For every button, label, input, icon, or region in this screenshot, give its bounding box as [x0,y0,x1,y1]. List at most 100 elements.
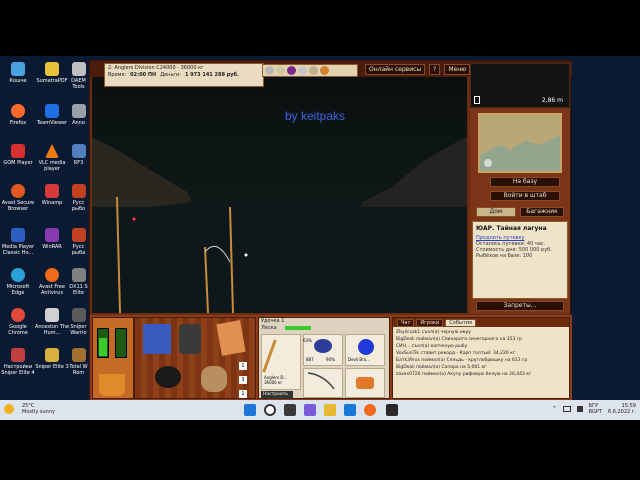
desktop-icon-dx11-sniper[interactable]: DX11 S Elite [68,268,89,296]
bait-icon[interactable] [309,66,318,75]
volume-icon[interactable] [576,406,583,412]
letterbox-bottom [0,420,640,480]
desktop-icon-teamviewer[interactable]: TeamViewer [34,104,70,126]
weather-widget[interactable]: 25°C Mostly sunny [22,403,55,415]
desktop-icon-anno[interactable]: Anno [68,104,89,126]
rf3-icon [71,144,86,158]
setup-button[interactable]: Настроить [261,391,293,399]
desktop-icon-rf3[interactable]: RF3 [68,144,89,166]
daemon-tools-icon [71,62,86,76]
chat-line: BigDeali поймал(а) Спинорога синегорного… [396,337,523,342]
media-player-classic-icon [11,228,25,242]
desktop-icon-label: Avast Secure Browser [1,200,35,212]
fish-at-base: Рыбёхов на базе: 100 [476,253,533,259]
task-view-icon[interactable] [284,404,296,416]
fishing-scene[interactable]: by keitpaks [92,77,467,313]
bait-icon[interactable] [276,66,285,75]
pot-icon[interactable] [155,366,181,388]
bait-icon[interactable] [265,66,274,75]
avast-browser-icon [11,184,25,198]
tackle-panel: Удочка 1 Леска Anglers D... 36000 кг 887… [258,317,390,399]
line-slot[interactable]: Devil Bra... [345,334,385,366]
desktop-icon-sniper-warrior[interactable]: Sniper Warrio [68,308,89,336]
enter-hq-button[interactable]: Войти в штаб [490,191,560,201]
browser-icon[interactable] [364,404,376,416]
chat-panel: Чат Игроки События Zbyliccak1 съел(а) че… [392,317,570,399]
desktop-icon-russian-fishing-2[interactable]: Русс рыба [68,228,89,256]
float-1 [132,217,136,221]
tab-chat[interactable]: Чат [397,319,415,327]
desktop-icon-sumatrapdf[interactable]: SumatraPDF [34,62,70,84]
home-button[interactable]: Дом [476,207,516,217]
bans-button[interactable]: Запреты... [476,301,564,311]
game-taskbar-icon[interactable] [386,404,398,416]
hook-slot[interactable] [303,368,343,398]
desktop-icon-winamp[interactable]: Winamp [34,184,70,206]
desktop-icon-label: Google Chrome [8,324,28,336]
desktop-icon-firefox[interactable]: Firefox [0,104,36,126]
stove-icon[interactable] [179,324,201,354]
desktop-icon-daemon-tools[interactable]: DAEM Tools [68,62,89,90]
tension-bar [285,326,311,330]
menu-button[interactable]: Меню [444,64,471,75]
bait-icon[interactable] [287,66,296,75]
desktop-icon-anceston[interactable]: Anceston The Hum... [34,308,70,336]
desktop-icon-label: DAEM Tools [71,78,86,90]
location-map[interactable] [478,113,562,173]
spool-icon [358,339,374,355]
item-count: 1 [239,362,247,370]
desktop-icon-sniper3[interactable]: Sniper Elite 3 [34,348,70,370]
bait-icon[interactable] [298,66,307,75]
bag-icon[interactable] [201,366,227,392]
network-icon[interactable] [562,406,571,412]
rod-name: Anglers D... 36000 кг [264,375,288,385]
desktop-icon-mpc[interactable]: Media Player Classic Ho... [0,228,36,256]
desktop-icon-label: Sniper Warrio [70,324,87,336]
language-indicator[interactable]: БГР BGPT [589,403,602,415]
desktop-icon-gom-player[interactable]: GOM Player [0,144,36,166]
money-label: Деньги: [160,72,181,78]
online-services-button[interactable]: Онлайн сервисы [365,64,426,75]
desktop-icon-edge[interactable]: Microsoft Edge [0,268,36,296]
bait-icon[interactable] [320,66,329,75]
reel-wear: 90% [326,357,335,362]
bottom-panel: 1 3 1 Удочка 1 Леска Anglers D... 36000 … [90,315,572,401]
tab-events[interactable]: События [445,319,477,327]
desktop-icon-chrome[interactable]: Google Chrome [0,308,36,336]
chat-line: BigDeali поймал(а) Сапара на 5,061 кг [396,365,487,370]
reel-drag: 887 [306,357,314,362]
trunk-button[interactable]: Багажник [520,207,564,217]
desktop-icon-label: Media Player Classic Ho... [1,244,35,256]
weather-icon[interactable] [4,404,14,414]
bucket-icon[interactable] [99,374,125,396]
search-icon[interactable] [264,404,276,416]
help-button[interactable]: ? [429,64,441,75]
bait-bar[interactable] [262,64,358,77]
desktop-icon-recycle-bin[interactable]: Кошче [0,62,36,84]
clock[interactable]: 15:59 6.6.2022 г. [608,403,636,415]
anceston-icon [45,308,59,322]
desktop-icon-avast-browser[interactable]: Avast Secure Browser [0,184,36,212]
start-icon[interactable] [244,404,256,416]
file-explorer-icon[interactable] [324,404,336,416]
bait-slot[interactable] [345,368,385,398]
rod-slot[interactable]: Anglers D... 36000 кг [261,334,301,390]
desktop-icon-avast-antivirus[interactable]: Avast Free Antivirus [34,268,70,296]
chat-tabs: Чат Игроки События [393,318,569,327]
notebook-icon[interactable] [216,320,246,356]
desktop-icon-label: GOM Player [3,160,33,166]
tackle-box-icon[interactable] [143,324,171,354]
teams-icon[interactable] [304,404,316,416]
mail-icon[interactable] [344,404,356,416]
desktop-icon-winrar[interactable]: WinRAR [34,228,70,250]
time-value: 02:00 ПН [130,72,157,78]
reel-icon [314,339,332,353]
desktop-icon-label: Microsoft Edge [6,284,30,296]
tab-players[interactable]: Игроки [416,319,444,327]
desktop-icon-sniper4-settings[interactable]: Настройки Sniper Elite 4 [0,348,36,376]
to-base-button[interactable]: На базу [490,177,560,187]
desktop-icon-russian-fishing-1[interactable]: Русс рыбо [68,184,89,212]
chevron-up-icon[interactable]: ^ [552,406,556,412]
desktop-icon-total-war-rome[interactable]: Total W Rom [68,348,89,376]
desktop-icon-vlc[interactable]: VLC media player [34,144,70,172]
